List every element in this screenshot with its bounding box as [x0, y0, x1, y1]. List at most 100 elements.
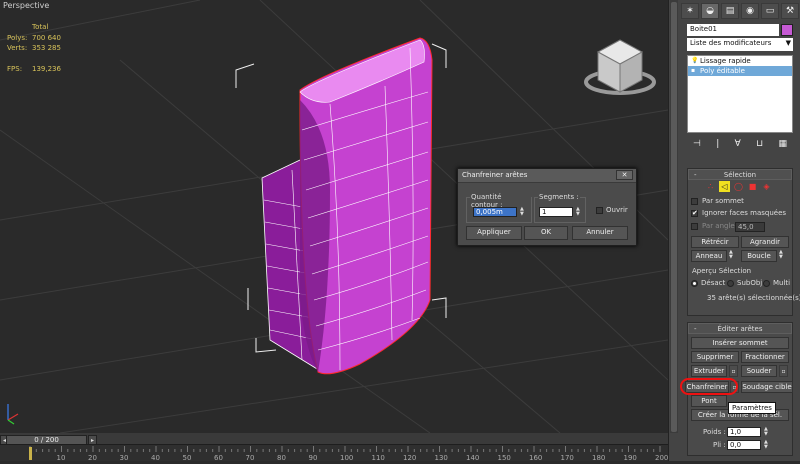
- angle-input[interactable]: 45,0: [735, 222, 765, 232]
- fps-value: 139,236: [32, 64, 61, 73]
- trackbar[interactable]: 10 20 30 40 50 60 70 80 90 100 110 120 130 140 150 160 1…: [0, 444, 668, 462]
- segments-group: Segments : 1 ▲ ▼: [534, 193, 586, 223]
- make-unique-icon[interactable]: ∀: [735, 139, 741, 149]
- segments-spinner[interactable]: ▲ ▼: [576, 207, 581, 217]
- utilities-tab-icon[interactable]: ⚒: [781, 3, 799, 19]
- preview-selection-label: Aperçu Sélection: [692, 267, 752, 275]
- bridge-button[interactable]: Pont: [691, 395, 727, 407]
- dialog-title: Chanfreiner arêtes: [462, 171, 528, 179]
- by-vertex-checkbox[interactable]: [691, 198, 698, 205]
- chamfer-edges-dialog: Chanfreiner arêtes ✕ Quantité contour : …: [457, 168, 637, 246]
- modifier-list-dropdown[interactable]: Liste des modificateurs ▼: [687, 38, 793, 51]
- chevron-down-icon: ▼: [785, 39, 791, 47]
- show-end-result-icon[interactable]: |: [716, 139, 719, 149]
- subobject-level-icons: ∴ ◁ ◯ ■ ◈: [705, 181, 772, 192]
- element-icon[interactable]: ◈: [761, 181, 772, 192]
- weld-settings-icon[interactable]: ▫: [779, 365, 788, 377]
- quantity-group: Quantité contour : 0,005m ▲ ▼: [466, 193, 532, 223]
- open-label: Ouvrir: [606, 206, 628, 214]
- quantity-spinner[interactable]: ▲ ▼: [520, 207, 525, 217]
- create-tab-icon[interactable]: ✶: [681, 3, 699, 19]
- verts-label: Verts:: [7, 44, 28, 52]
- panel-tabs: ✶ ◒ ▤ ◉ ▭ ⚒: [681, 3, 799, 19]
- preview-subobj-radio[interactable]: [727, 280, 734, 287]
- trackbar-ruler: 10 20 30 40 50 60 70 80 90 100 110 120 130 140 150 160 1…: [29, 446, 668, 462]
- ring-button[interactable]: Anneau: [691, 250, 727, 262]
- dialog-close-button[interactable]: ✕: [616, 170, 633, 180]
- apply-button[interactable]: Appliquer: [466, 226, 522, 240]
- loop-spinner[interactable]: ▲ ▼: [779, 250, 784, 260]
- settings-tooltip: Paramètres: [728, 402, 776, 414]
- preview-off-radio[interactable]: [691, 280, 698, 287]
- edge-icon[interactable]: ◁: [719, 181, 730, 192]
- modify-tab-icon[interactable]: ◒: [701, 3, 719, 19]
- weight-label: Poids :: [703, 428, 726, 436]
- split-button[interactable]: Fractionner: [741, 351, 789, 363]
- weight-input[interactable]: 1,0: [727, 427, 761, 437]
- lightbulb-icon[interactable]: 💡: [691, 56, 698, 66]
- segments-input[interactable]: 1: [539, 207, 573, 217]
- stack-item-label: Poly éditable: [700, 67, 745, 75]
- vertex-icon[interactable]: ∴: [705, 181, 716, 192]
- pin-stack-icon[interactable]: ⊣: [693, 139, 701, 149]
- scene-stats: Total Polys: 700 640 Verts: 353 285 FPS: 13…: [7, 22, 61, 74]
- stack-item-poly[interactable]: ▪ Poly éditable: [688, 66, 792, 76]
- polys-label: Polys:: [7, 33, 28, 42]
- target-weld-button[interactable]: Soudage cible: [741, 381, 793, 393]
- fps-label: FPS:: [7, 64, 23, 73]
- modifier-stack: 💡 Lissage rapide ▪ Poly éditable: [687, 55, 793, 133]
- viewport-label[interactable]: Perspective: [3, 1, 49, 10]
- display-tab-icon[interactable]: ▭: [761, 3, 779, 19]
- polys-value: 700 640: [32, 33, 61, 42]
- crease-input[interactable]: 0,0: [727, 440, 761, 450]
- cancel-button[interactable]: Annuler: [572, 226, 628, 240]
- edit-edges-title: Éditer arêtes: [717, 325, 763, 333]
- dialog-title-bar[interactable]: Chanfreiner arêtes ✕: [458, 169, 636, 183]
- motion-tab-icon[interactable]: ◉: [741, 3, 759, 19]
- viewcube[interactable]: [584, 39, 656, 95]
- remove-modifier-icon[interactable]: ⊔: [756, 139, 763, 149]
- edit-edges-rollout-header[interactable]: - Éditer arêtes: [688, 323, 792, 334]
- loop-button[interactable]: Boucle: [741, 250, 777, 262]
- ring-spinner[interactable]: ▲ ▼: [729, 250, 734, 260]
- weld-button[interactable]: Souder: [741, 365, 777, 377]
- extrude-settings-icon[interactable]: ▫: [729, 365, 738, 377]
- ok-button[interactable]: OK: [524, 226, 568, 240]
- grow-button[interactable]: Agrandir: [741, 236, 789, 248]
- configure-sets-icon[interactable]: ▦: [778, 139, 787, 149]
- by-vertex-label: Par sommet: [702, 197, 744, 205]
- object-name-input[interactable]: Boite01: [687, 24, 779, 36]
- axis-tripod: [7, 404, 19, 425]
- preview-multi-radio[interactable]: [763, 280, 770, 287]
- weight-spinner[interactable]: ▲ ▼: [764, 427, 769, 437]
- stack-item-label: Lissage rapide: [700, 57, 751, 65]
- modifier-list-label: Liste des modificateurs: [690, 39, 772, 47]
- expand-icon[interactable]: ▪: [691, 66, 695, 76]
- stack-item-lissage[interactable]: 💡 Lissage rapide: [688, 56, 792, 66]
- crease-label: Pli :: [713, 441, 726, 449]
- quantity-input[interactable]: 0,005m: [473, 207, 517, 217]
- crease-spinner[interactable]: ▲ ▼: [764, 440, 769, 450]
- open-checkbox[interactable]: [596, 207, 603, 214]
- insert-vertex-button[interactable]: Insérer sommet: [691, 337, 789, 349]
- mesh-main-block: [299, 37, 433, 375]
- preview-multi-label: Multi: [773, 279, 791, 287]
- preview-off-label: Désact: [701, 279, 726, 287]
- selection-rollout-header[interactable]: - Sélection: [688, 169, 792, 180]
- hierarchy-tab-icon[interactable]: ▤: [721, 3, 739, 19]
- border-icon[interactable]: ◯: [733, 181, 744, 192]
- polygon-icon[interactable]: ■: [747, 181, 758, 192]
- panel-scrollbar[interactable]: [670, 0, 678, 433]
- ignore-hidden-checkbox[interactable]: [691, 209, 698, 217]
- selection-title: Sélection: [723, 171, 757, 179]
- stack-toolbar: ⊣ | ∀ ⊔ ▦: [687, 139, 793, 149]
- object-color-swatch[interactable]: [781, 24, 793, 36]
- verts-value: 353 285: [32, 44, 61, 52]
- extrude-button[interactable]: Extruder: [691, 365, 727, 377]
- by-angle-label: Par angle :: [702, 222, 740, 230]
- remove-button[interactable]: Supprimer: [691, 351, 739, 363]
- shrink-button[interactable]: Rétrécir: [691, 236, 739, 248]
- preview-subobj-label: SubObj: [737, 279, 763, 287]
- by-angle-checkbox[interactable]: [691, 223, 698, 230]
- selection-status: 35 arête(s) sélectionnée(s): [707, 294, 800, 302]
